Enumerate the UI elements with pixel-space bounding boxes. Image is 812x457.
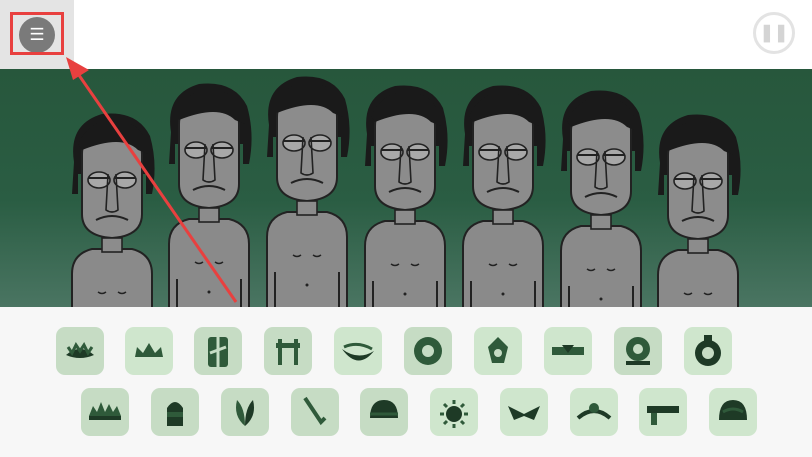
sound-bowtie[interactable] bbox=[500, 388, 548, 436]
character-1[interactable] bbox=[71, 112, 156, 307]
brim-icon bbox=[342, 342, 374, 361]
sound-crown[interactable] bbox=[56, 327, 104, 375]
ring-badge-icon bbox=[414, 337, 442, 365]
crown-icon bbox=[66, 342, 94, 358]
character-3[interactable] bbox=[266, 75, 351, 307]
sun-icon bbox=[440, 400, 468, 428]
sound-sun[interactable] bbox=[430, 388, 478, 436]
clasp-icon bbox=[576, 403, 612, 420]
posts-icon bbox=[276, 339, 300, 365]
sound-tray bbox=[0, 307, 812, 457]
character-5[interactable] bbox=[462, 84, 547, 307]
bell-icon bbox=[695, 335, 721, 366]
pause-icon: ❚❚ bbox=[759, 23, 789, 42]
menu-highlight-box bbox=[10, 12, 64, 55]
sound-bell-shape[interactable] bbox=[151, 388, 199, 436]
character-2[interactable] bbox=[168, 82, 253, 307]
character-7[interactable] bbox=[657, 113, 742, 307]
sound-dome-cap[interactable] bbox=[360, 388, 408, 436]
grass-crown-icon bbox=[89, 402, 121, 420]
dome-cap-icon bbox=[370, 400, 398, 418]
top-bar bbox=[0, 0, 812, 69]
sound-band[interactable] bbox=[639, 388, 687, 436]
leaves-icon bbox=[236, 400, 254, 426]
sound-crown-spiked[interactable] bbox=[125, 327, 173, 375]
cross-pattern-icon bbox=[208, 337, 228, 367]
spiral-icon bbox=[626, 337, 650, 365]
sound-belt[interactable] bbox=[544, 327, 592, 375]
character-4[interactable] bbox=[364, 84, 449, 307]
branch-icon bbox=[303, 396, 327, 426]
sound-spiral[interactable] bbox=[614, 327, 662, 375]
sound-brim[interactable] bbox=[334, 327, 382, 375]
bell-shape-icon bbox=[167, 402, 183, 426]
character-stage bbox=[0, 69, 812, 307]
sound-posts[interactable] bbox=[264, 327, 312, 375]
character-6[interactable] bbox=[560, 89, 645, 307]
sound-clasp[interactable] bbox=[570, 388, 618, 436]
crown-spiked-icon bbox=[135, 343, 163, 357]
gem-icon bbox=[488, 337, 508, 363]
sound-ring-badge[interactable] bbox=[404, 327, 452, 375]
sound-helmet[interactable] bbox=[709, 388, 757, 436]
sound-branch[interactable] bbox=[291, 388, 339, 436]
stage-scene bbox=[71, 75, 742, 307]
helmet-icon bbox=[719, 400, 747, 420]
sound-bell[interactable] bbox=[684, 327, 732, 375]
belt-icon bbox=[552, 345, 584, 355]
sound-gem[interactable] bbox=[474, 327, 522, 375]
pause-button[interactable]: ❚❚ bbox=[753, 12, 795, 54]
sound-cross-pattern[interactable] bbox=[194, 327, 242, 375]
bowtie-icon bbox=[508, 406, 540, 420]
sound-grass-crown[interactable] bbox=[81, 388, 129, 436]
band-icon bbox=[647, 406, 679, 425]
sound-leaves[interactable] bbox=[221, 388, 269, 436]
